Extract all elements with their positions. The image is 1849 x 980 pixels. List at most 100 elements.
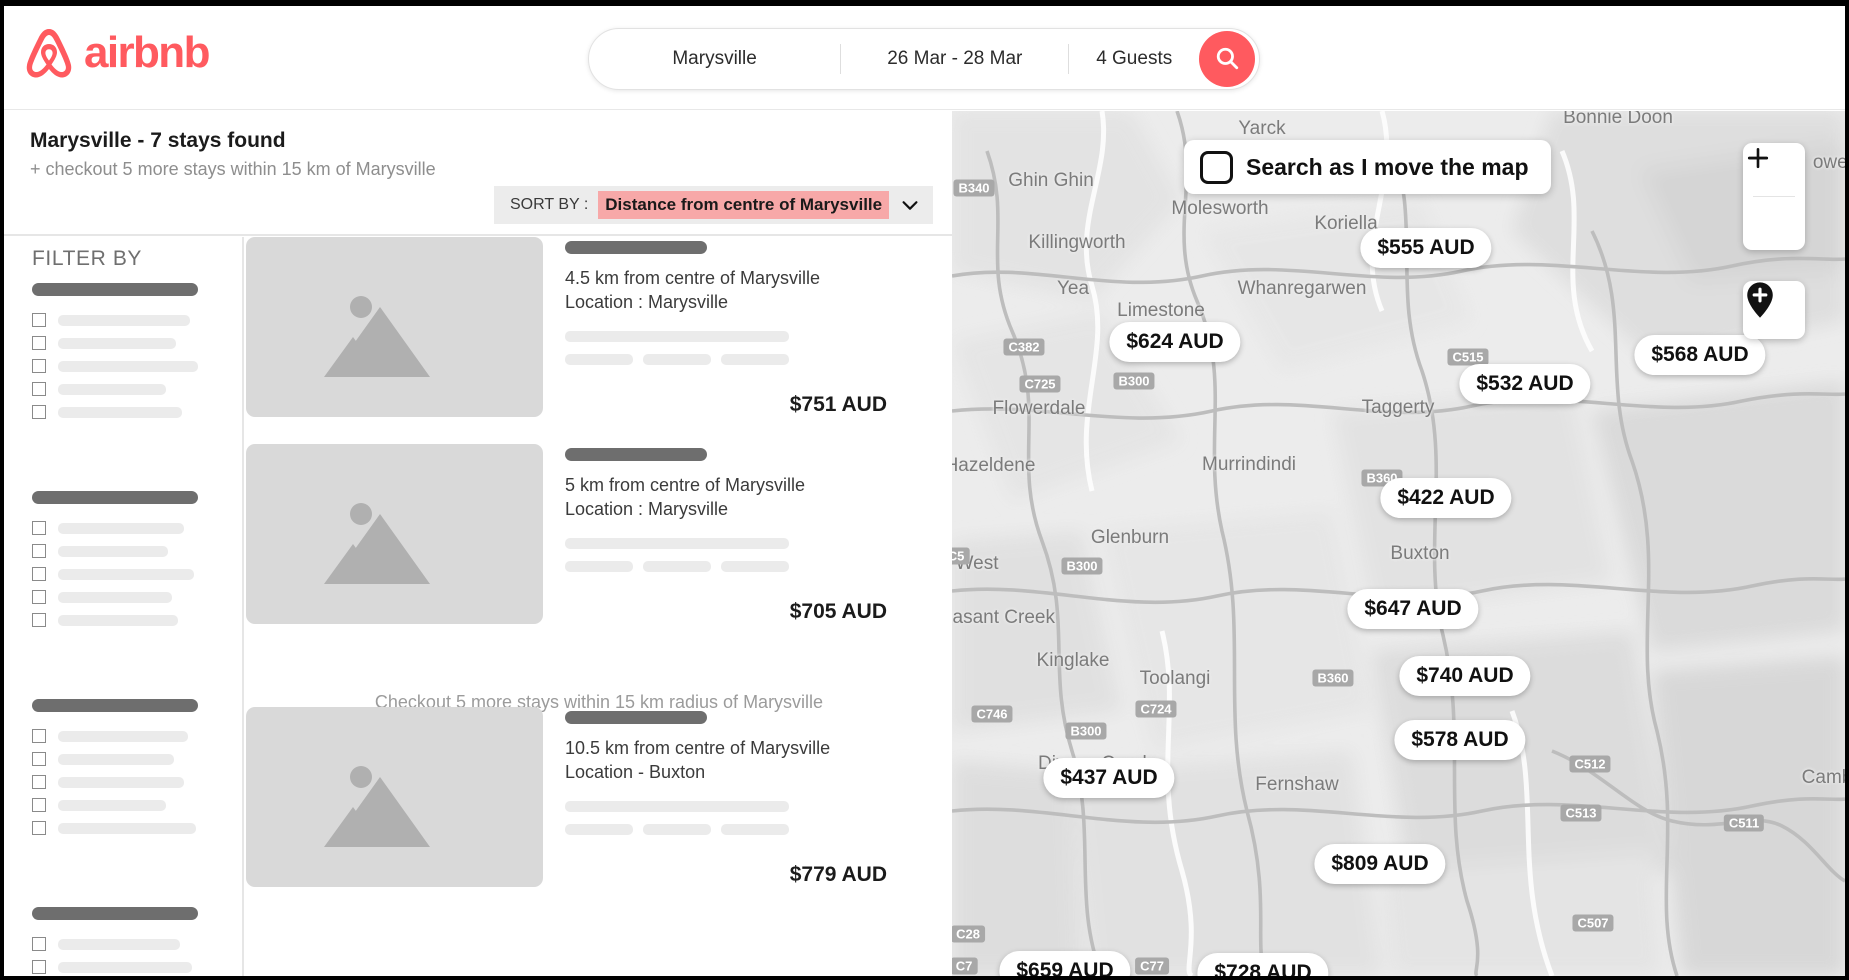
search-location-field[interactable]: Marysville: [589, 29, 840, 89]
filter-checkbox[interactable]: [32, 359, 46, 373]
map-place-label: Fernshaw: [1255, 774, 1339, 795]
map-price-pin[interactable]: $624 AUD: [1109, 322, 1241, 362]
listing-thumbnail[interactable]: [246, 707, 543, 887]
sort-by-control[interactable]: SORT BY : Distance from centre of Marysv…: [494, 186, 934, 224]
map-road-shield: B300: [1065, 722, 1107, 740]
filter-option-label-placeholder: [58, 614, 178, 626]
filter-option-row[interactable]: [32, 775, 198, 789]
photo-placeholder-icon: [320, 777, 468, 852]
search-bar[interactable]: Marysville 26 Mar - 28 Mar 4 Guests: [588, 28, 1260, 90]
listing-thumbnail[interactable]: [246, 237, 543, 417]
filter-checkbox[interactable]: [32, 567, 46, 581]
filter-checkbox[interactable]: [32, 590, 46, 604]
search-as-i-move-label: Search as I move the map: [1246, 153, 1529, 180]
filter-group-title-placeholder: [32, 699, 198, 712]
zoom-out-button[interactable]: [1743, 156, 1805, 250]
map-price-pin[interactable]: $647 AUD: [1347, 589, 1479, 629]
airbnb-logo[interactable]: airbnb: [22, 24, 210, 82]
filter-option-row[interactable]: [32, 821, 198, 835]
search-as-i-move-the-map-toggle[interactable]: Search as I move the map: [1184, 140, 1551, 194]
filter-checkbox[interactable]: [32, 521, 46, 535]
filter-option-label-placeholder: [58, 314, 190, 326]
listing-results-list[interactable]: Checkout 5 more stays within 15 km radiu…: [246, 237, 952, 976]
chevron-down-icon[interactable]: [899, 194, 921, 216]
map-place-label: Hazeldene: [952, 455, 1036, 476]
filter-option-row[interactable]: [32, 521, 198, 535]
filter-option-row[interactable]: [32, 336, 198, 350]
listing-price: $751 AUD: [789, 393, 887, 416]
map-price-pin[interactable]: $809 AUD: [1314, 844, 1446, 884]
listing-distance: 5 km from centre of Marysville: [565, 475, 806, 495]
listing-amenity-placeholder: [721, 353, 789, 365]
filter-checkbox[interactable]: [32, 613, 46, 627]
map-place-label: Molesworth: [1171, 198, 1269, 219]
airbnb-wordmark: airbnb: [84, 28, 210, 77]
map-place-label: Kinglake: [1036, 650, 1110, 671]
results-map[interactable]: Bonnie Doon Yarck Ghin Ghin Molesworth Korie…: [952, 111, 1845, 976]
map-price-pin[interactable]: $422 AUD: [1380, 478, 1512, 518]
listing-amenity-placeholder: [721, 823, 789, 835]
map-place-label: Glenburn: [1090, 527, 1170, 548]
filter-option-label-placeholder: [58, 822, 196, 834]
header-divider: [4, 234, 952, 236]
map-price-pin[interactable]: $578 AUD: [1394, 720, 1526, 760]
filter-option-row[interactable]: [32, 405, 198, 419]
filter-checkbox[interactable]: [32, 937, 46, 951]
listing-card[interactable]: 10.5 km from centre of Marysville Locatio…: [246, 707, 952, 887]
filter-checkbox[interactable]: [32, 798, 46, 812]
filter-option-row[interactable]: [32, 590, 198, 604]
filter-checkbox[interactable]: [32, 544, 46, 558]
filter-option-row[interactable]: [32, 729, 198, 743]
map-price-pin[interactable]: $728 AUD: [1197, 953, 1329, 976]
map-road-shield: C746: [971, 705, 1013, 723]
map-price-pin[interactable]: $555 AUD: [1360, 228, 1492, 268]
listing-card[interactable]: 4.5 km from centre of Marysville Location…: [246, 237, 952, 417]
checkbox-unchecked-icon[interactable]: [1200, 150, 1233, 184]
filter-option-row[interactable]: [32, 752, 198, 766]
filter-option-label-placeholder: [58, 406, 182, 418]
map-zoom-controls[interactable]: [1743, 143, 1805, 250]
map-price-pin[interactable]: $740 AUD: [1399, 656, 1531, 696]
filter-checkbox[interactable]: [32, 960, 46, 974]
listing-thumbnail[interactable]: [246, 444, 543, 624]
filter-checkbox[interactable]: [32, 405, 46, 419]
map-price-pin[interactable]: $437 AUD: [1043, 758, 1175, 798]
filter-checkbox[interactable]: [32, 752, 46, 766]
filter-option-row[interactable]: [32, 544, 198, 558]
filter-option-label-placeholder: [58, 776, 184, 788]
map-place-label: Camb: [1801, 767, 1845, 788]
filter-checkbox[interactable]: [32, 382, 46, 396]
filter-checkbox[interactable]: [32, 336, 46, 350]
search-guests-field[interactable]: 4 Guests: [1069, 29, 1199, 89]
listing-amenity-placeholder: [565, 823, 633, 835]
map-price-pin[interactable]: $568 AUD: [1634, 335, 1766, 375]
filter-option-row[interactable]: [32, 960, 198, 974]
filter-option-row[interactable]: [32, 798, 198, 812]
add-place-button[interactable]: [1743, 281, 1805, 339]
listing-amenity-placeholder: [565, 353, 633, 365]
filter-option-row[interactable]: [32, 613, 198, 627]
filter-option-row[interactable]: [32, 313, 198, 327]
filter-group: [32, 491, 198, 636]
filter-checkbox[interactable]: [32, 821, 46, 835]
filter-option-row[interactable]: [32, 567, 198, 581]
map-place-label: Murrindindi: [1202, 454, 1296, 475]
search-dates-field[interactable]: 26 Mar - 28 Mar: [841, 29, 1068, 89]
map-place-label: Pleasant Creek: [952, 607, 1055, 628]
map-price-pin[interactable]: $532 AUD: [1459, 364, 1591, 404]
search-button[interactable]: [1199, 31, 1255, 87]
filter-option-label-placeholder: [58, 337, 176, 349]
filter-checkbox[interactable]: [32, 729, 46, 743]
map-price-pin[interactable]: $659 AUD: [999, 951, 1131, 976]
filter-option-row[interactable]: [32, 359, 198, 373]
listing-card[interactable]: 5 km from centre of Marysville Location :…: [246, 444, 952, 624]
filter-checkbox[interactable]: [32, 313, 46, 327]
airbnb-belo-logo-icon: [22, 24, 76, 82]
map-place-label: Yea: [1056, 278, 1090, 299]
filter-option-row[interactable]: [32, 382, 198, 396]
sort-by-selected-value[interactable]: Distance from centre of Marysville: [598, 191, 890, 219]
filter-option-label-placeholder: [58, 799, 166, 811]
filter-checkbox[interactable]: [32, 775, 46, 789]
map-road-shield: B300: [1061, 557, 1103, 575]
filter-option-row[interactable]: [32, 937, 198, 951]
